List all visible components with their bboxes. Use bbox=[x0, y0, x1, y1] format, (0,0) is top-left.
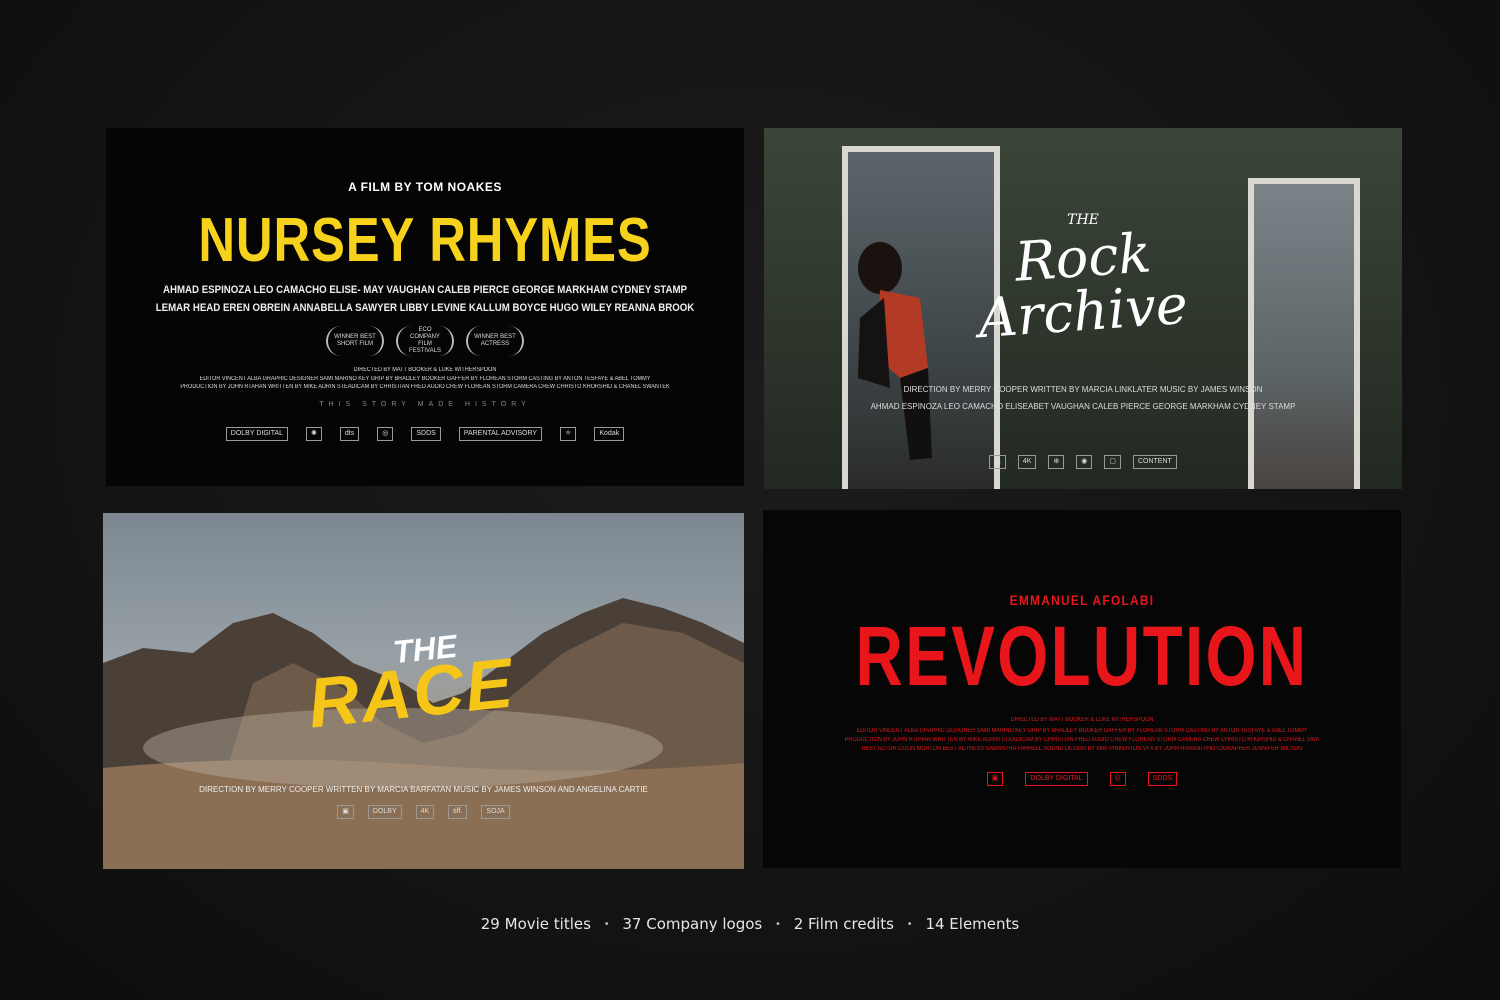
feature-film-credits: 2 Film credits bbox=[793, 915, 894, 933]
credits-line: EDITOR VINCENT ALBA GRAPHIC DESIGNER SAM… bbox=[856, 728, 1308, 734]
emblem-logo-icon: ✺ bbox=[306, 427, 322, 441]
sdds-logo-icon: SDDS bbox=[411, 427, 441, 441]
credits-line: PRODUCTION BY JOHN RTAHAN WRITTEN BY MIK… bbox=[844, 737, 1320, 743]
credits-line: PRODUCTION BY JOHN RTAHAN WRITTEN BY MIK… bbox=[180, 384, 670, 390]
movie-title: NURSEY RHYMES bbox=[198, 206, 652, 275]
the-race-preview: THE RACE DIRECTION BY MERRY COOPER WRITT… bbox=[103, 513, 744, 869]
movie-title: REVOLUTION bbox=[855, 609, 1309, 703]
cast-line: AHMAD ESPINOZA LEO CAMACHO ELISEABET VAU… bbox=[870, 402, 1296, 411]
feature-movie-titles: 29 Movie titles bbox=[480, 915, 591, 933]
target-logo-icon: ◉ bbox=[1076, 455, 1093, 469]
dts-logo-icon: dts bbox=[339, 427, 360, 441]
credits-line: DIRECTION BY MERRY COOPER WRITTEN BY MAR… bbox=[199, 785, 648, 794]
feature-company-logos: 37 Company logos bbox=[622, 915, 763, 933]
credits-line: DIRECTION BY MERRY COOPER WRITTEN BY MAR… bbox=[903, 385, 1263, 394]
cast-line: LEMAR HEAD EREN OBREIN ANNABELLA SAWYER … bbox=[155, 302, 695, 314]
revolution-preview: EMMANUEL AFOLABI REVOLUTION DIRECTED BY … bbox=[763, 510, 1401, 868]
separator: • bbox=[603, 919, 610, 930]
sdds-logo-icon: SDDS bbox=[1147, 772, 1178, 786]
feature-elements: 14 Elements bbox=[925, 915, 1020, 933]
dolby-logo-icon: DOLBY DIGITAL bbox=[1025, 772, 1088, 786]
content-logo-icon: CONTENT bbox=[1132, 455, 1177, 469]
company-logos: ▣ DOLBY 4K tiff. SOJA bbox=[103, 805, 744, 819]
tiff-logo-icon: tiff. bbox=[448, 805, 468, 819]
separator: • bbox=[906, 919, 913, 930]
tagline: THIS STORY MADE HISTORY bbox=[319, 401, 531, 408]
credits-line: DIRECTED BY MATT BOOKER & LUKE WITHERSPO… bbox=[353, 367, 497, 373]
parental-advisory-logo-icon: PARENTAL ADVISORY bbox=[458, 427, 543, 441]
atom-logo-icon: ⚛ bbox=[560, 427, 577, 441]
dolby-logo-icon: DOLBY bbox=[367, 805, 402, 819]
soja-logo-icon: SOJA bbox=[481, 805, 510, 819]
4k-logo-icon: 4K bbox=[415, 805, 435, 819]
company-logos: ▣ 4K ⊕ ◉ ▢ CONTENT bbox=[764, 455, 1402, 469]
company-logos: ▣ DOLBY DIGITAL ◎ SDDS bbox=[763, 772, 1401, 786]
square-logo-icon: ▢ bbox=[1104, 455, 1121, 469]
director-name: EMMANUEL AFOLABI bbox=[1009, 592, 1155, 608]
laurel-icon: WINNER BEST ACTRESS bbox=[466, 326, 524, 356]
company-logos: DOLBY DIGITAL ✺ dts ◎ SDDS PARENTAL ADVI… bbox=[106, 427, 744, 441]
badge-logo-icon: ▣ bbox=[986, 772, 1004, 786]
credits-line: EDITOR VINCENT ALBA GRAPHIC DESIGNER SAM… bbox=[199, 376, 651, 382]
globe-logo-icon: ◎ bbox=[1109, 772, 1126, 786]
kodak-logo-icon: Kodak bbox=[594, 427, 625, 441]
nursey-rhymes-preview: A FILM BY TOM NOAKES NURSEY RHYMES AHMAD… bbox=[106, 128, 744, 486]
laurel-icon: ECO COMPANY FILM FESTIVALS bbox=[396, 326, 454, 356]
rock-archive-preview: THE Rock Archive DIRECTION BY MERRY COOP… bbox=[764, 128, 1402, 489]
globe-logo-icon: ⊕ bbox=[1048, 455, 1065, 469]
separator: • bbox=[775, 919, 781, 930]
cast-line: AHMAD ESPINOZA LEO CAMACHO ELISE- MAY VA… bbox=[162, 284, 688, 296]
credits-line: BEST ACTOR COLIN MORTON BEST ACTRESS SAM… bbox=[861, 746, 1303, 752]
badge-logo-icon: ▣ bbox=[337, 805, 354, 819]
globe-logo-icon: ◎ bbox=[377, 427, 394, 441]
badge-logo-icon: ▣ bbox=[989, 455, 1006, 469]
4k-logo-icon: 4K bbox=[1017, 455, 1037, 469]
dolby-logo-icon: DOLBY DIGITAL bbox=[225, 427, 289, 441]
credits-line: DIRECTED BY MATT BOOKER & LUKE WITHERSPO… bbox=[1010, 717, 1154, 723]
laurels-row: WINNER BEST SHORT FILM ECO COMPANY FILM … bbox=[106, 326, 744, 356]
byline: A FILM BY TOM NOAKES bbox=[348, 180, 502, 194]
laurel-icon: WINNER BEST SHORT FILM bbox=[326, 326, 384, 356]
feature-summary: 29 Movie titles • 37 Company logos • 2 F… bbox=[0, 915, 1500, 933]
